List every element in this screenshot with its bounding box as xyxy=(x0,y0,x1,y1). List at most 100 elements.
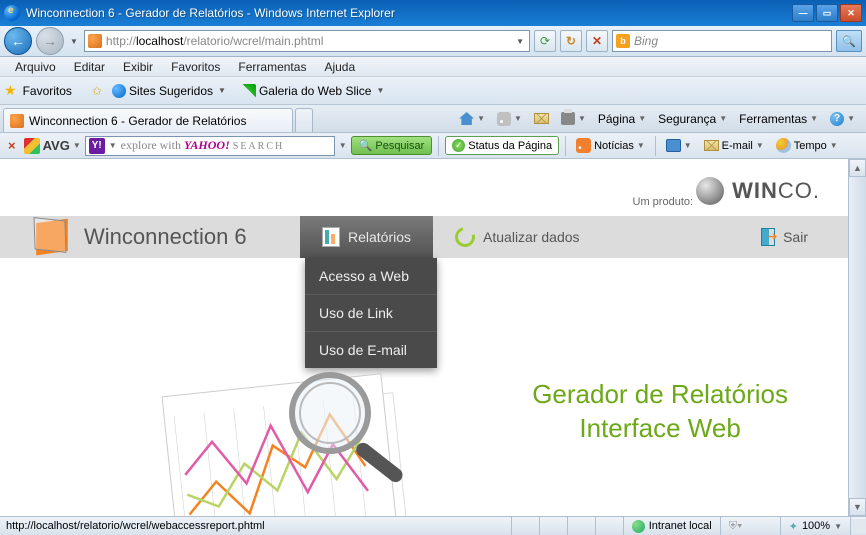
tools-menu[interactable]: Ferramentas▼ xyxy=(734,110,823,128)
back-button[interactable]: ← xyxy=(4,27,32,55)
scroll-track[interactable] xyxy=(849,177,866,498)
page-menu[interactable]: Página▼ xyxy=(593,110,651,128)
print-button[interactable]: ▼ xyxy=(556,110,591,127)
check-icon: ✓ xyxy=(452,139,465,152)
safety-menu[interactable]: Segurança▼ xyxy=(653,110,732,128)
tab-favicon xyxy=(10,114,24,128)
rss-icon xyxy=(497,112,511,126)
pesquisar-button[interactable]: 🔍Pesquisar xyxy=(351,136,433,155)
avg-logo[interactable]: AVG ▼ xyxy=(24,138,81,154)
stop-button[interactable]: ✕ xyxy=(586,30,608,52)
security-zone[interactable]: Intranet local xyxy=(623,517,720,535)
tab-command-bar: Winconnection 6 - Gerador de Relatórios … xyxy=(0,105,866,133)
winco-header: Um produto: WINCO. xyxy=(0,159,848,216)
email-button[interactable]: E-mail ▼ xyxy=(700,138,768,154)
page-content: Um produto: WINCO. Winconnection 6 Relat… xyxy=(0,159,848,516)
mail-icon xyxy=(534,113,549,124)
menu-bar: Arquivo Editar Exibir Favoritos Ferramen… xyxy=(0,57,866,77)
page-status-button[interactable]: ✓ Status da Página xyxy=(445,136,559,155)
ie-icon xyxy=(4,5,20,21)
search-go-button[interactable]: 🔍 xyxy=(836,30,862,52)
sites-sugeridos-link[interactable]: Sites Sugeridos ▼ xyxy=(108,82,232,100)
webslice-icon xyxy=(242,84,256,98)
avg-toolbar: × AVG ▼ Y! ▼ explore with YAHOO! SEARCH … xyxy=(0,133,866,159)
add-favorite-icon[interactable]: ✩ xyxy=(92,84,102,98)
globe-icon xyxy=(632,520,645,533)
favorites-star-icon[interactable]: ★ xyxy=(4,82,17,99)
address-bar[interactable]: http://localhost/relatorio/wcrel/main.ph… xyxy=(84,30,530,52)
relatorios-menu[interactable]: Relatórios xyxy=(300,216,433,258)
sair-button[interactable]: Sair xyxy=(739,216,848,258)
scroll-up-button[interactable]: ▲ xyxy=(849,159,866,177)
winconnection-icon xyxy=(30,218,74,256)
help-icon: ? xyxy=(830,112,844,126)
zoom-control[interactable]: ✦ 100% ▼ xyxy=(780,517,850,535)
status-seg-4 xyxy=(595,517,623,535)
ie-icon xyxy=(112,84,126,98)
hero-title: Gerador de Relatórios Interface Web xyxy=(532,378,788,446)
refresh-button[interactable]: ↻ xyxy=(560,30,582,52)
menu-favoritos[interactable]: Favoritos xyxy=(162,58,229,76)
menu-ajuda[interactable]: Ajuda xyxy=(315,58,364,76)
chevron-down-icon: ▼ xyxy=(374,86,386,95)
yahoo-icon: Y! xyxy=(89,138,105,154)
window-titlebar: Winconnection 6 - Gerador de Relatórios … xyxy=(0,0,866,26)
winco-logo: WINCO. xyxy=(696,177,820,205)
feeds-button[interactable]: ▼ xyxy=(492,110,527,128)
window-title: Winconnection 6 - Gerador de Relatórios … xyxy=(26,6,792,20)
noticias-button[interactable]: Notícias ▼ xyxy=(572,136,649,155)
menu-ferramentas[interactable]: Ferramentas xyxy=(229,58,315,76)
menu-editar[interactable]: Editar xyxy=(65,58,114,76)
search-drop[interactable]: ▼ xyxy=(339,141,347,150)
compat-view-button[interactable]: ⟳ xyxy=(534,30,556,52)
address-dropdown-icon[interactable]: ▼ xyxy=(514,37,526,46)
tempo-button[interactable]: Tempo ▼ xyxy=(772,136,842,155)
resize-grip[interactable] xyxy=(850,517,866,535)
close-button[interactable]: ✕ xyxy=(840,4,862,22)
vertical-scrollbar[interactable]: ▲ ▼ xyxy=(848,159,866,516)
favorites-label[interactable]: Favoritos xyxy=(23,84,72,98)
home-button[interactable]: ▼ xyxy=(454,110,490,127)
maximize-button[interactable]: ▭ xyxy=(816,4,838,22)
chevron-down-icon: ▼ xyxy=(216,86,228,95)
status-seg-1 xyxy=(511,517,539,535)
help-button[interactable]: ?▼ xyxy=(825,110,860,128)
browser-tab[interactable]: Winconnection 6 - Gerador de Relatórios xyxy=(3,108,293,132)
app-navbar: Winconnection 6 Relatórios Atualizar dad… xyxy=(0,216,848,258)
read-mail-button[interactable] xyxy=(529,111,554,126)
print-icon xyxy=(561,112,575,125)
protected-mode[interactable]: ⛨▾ xyxy=(720,517,780,535)
menu-exibir[interactable]: Exibir xyxy=(114,58,162,76)
navigation-bar: ← → ▼ http://localhost/relatorio/wcrel/m… xyxy=(0,26,866,57)
home-icon xyxy=(459,112,474,125)
weather-icon xyxy=(776,138,791,153)
minimize-button[interactable]: — xyxy=(792,4,814,22)
hero-section: Gerador de Relatórios Interface Web xyxy=(0,258,848,516)
avg-flag-icon xyxy=(24,138,40,154)
atualizar-dados-button[interactable]: Atualizar dados xyxy=(433,216,602,258)
avg-monitor-button[interactable]: ▼ xyxy=(662,137,696,154)
monitor-icon xyxy=(666,139,681,152)
status-seg-3 xyxy=(567,517,595,535)
new-tab-button[interactable] xyxy=(295,108,313,132)
search-placeholder: Bing xyxy=(634,34,658,48)
yahoo-search-input[interactable]: Y! ▼ explore with YAHOO! SEARCH xyxy=(85,136,335,156)
report-icon xyxy=(322,227,340,247)
menu-arquivo[interactable]: Arquivo xyxy=(6,58,65,76)
galeria-webslice-link[interactable]: Galeria do Web Slice ▼ xyxy=(238,82,390,100)
nav-history-dropdown[interactable]: ▼ xyxy=(68,37,80,46)
status-seg-2 xyxy=(539,517,567,535)
address-text: http://localhost/relatorio/wcrel/main.ph… xyxy=(106,34,510,48)
page-favicon xyxy=(88,34,102,48)
scroll-down-button[interactable]: ▼ xyxy=(849,498,866,516)
search-box[interactable]: b Bing xyxy=(612,30,832,52)
hero-illustration: 1 2 3 4 5 6 7 8 9 10 xyxy=(150,348,470,516)
exit-icon xyxy=(761,228,775,246)
rss-icon xyxy=(576,138,591,153)
winco-ball-icon xyxy=(696,177,724,205)
forward-button[interactable]: → xyxy=(36,27,64,55)
tab-title: Winconnection 6 - Gerador de Relatórios xyxy=(29,114,246,128)
status-bar: http://localhost/relatorio/wcrel/webacce… xyxy=(0,516,866,535)
close-toolbar-button[interactable]: × xyxy=(4,138,20,153)
status-url: http://localhost/relatorio/wcrel/webacce… xyxy=(0,520,511,532)
